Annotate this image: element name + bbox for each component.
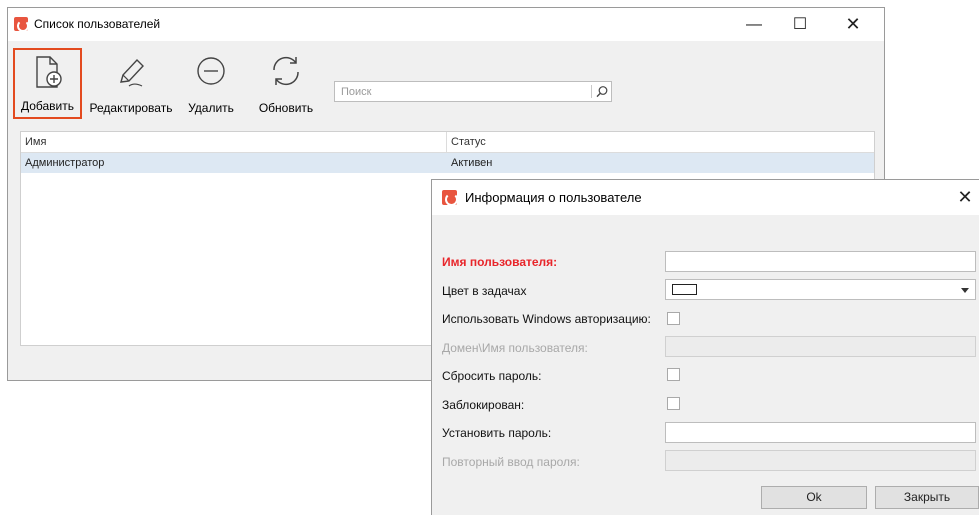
reset-password-label: Сбросить пароль: <box>442 369 542 383</box>
search-box <box>334 81 612 102</box>
title-bar: Список пользователей — ☐ ✕ <box>8 8 884 41</box>
dialog-title: Информация о пользователе <box>465 190 642 205</box>
ok-button[interactable]: Ok <box>761 486 867 509</box>
close-dialog-button[interactable]: Закрыть <box>875 486 979 509</box>
delete-user-button[interactable]: Удалить <box>178 48 244 119</box>
edit-user-button[interactable]: Редактировать <box>86 48 176 119</box>
maximize-button[interactable]: ☐ <box>777 8 823 41</box>
domain-label: Домен\Имя пользователя: <box>442 341 588 355</box>
repeat-password-input[interactable] <box>665 450 976 471</box>
set-password-input[interactable] <box>665 422 976 443</box>
app-logo-icon <box>442 190 458 206</box>
username-input[interactable] <box>665 251 976 272</box>
add-document-icon <box>35 56 62 88</box>
toolbar: Добавить Редактировать Удалить Обновить … <box>8 41 884 121</box>
reset-password-checkbox[interactable] <box>667 368 680 381</box>
window-title: Список пользователей <box>34 17 161 31</box>
search-separator <box>591 85 592 98</box>
blocked-label: Заблокирован: <box>442 398 525 412</box>
refresh-icon <box>273 56 299 86</box>
minus-circle-icon <box>197 57 225 85</box>
row-name-cell: Администратор <box>25 157 105 169</box>
row-status-cell: Активен <box>451 157 493 169</box>
username-label: Имя пользователя: <box>442 255 558 269</box>
search-icon[interactable] <box>594 84 610 100</box>
domain-input[interactable] <box>665 336 976 357</box>
task-color-label: Цвет в задачах <box>442 284 527 298</box>
pencil-icon <box>120 58 144 87</box>
color-swatch <box>672 284 697 295</box>
blocked-checkbox[interactable] <box>667 397 680 410</box>
column-header-name[interactable]: Имя <box>21 132 447 152</box>
dialog-close-button[interactable]: ✕ <box>951 180 979 215</box>
refresh-button[interactable]: Обновить <box>252 48 320 119</box>
edit-user-label: Редактировать <box>89 101 173 115</box>
add-user-button[interactable]: Добавить <box>13 48 82 119</box>
table-row[interactable]: Администратор Активен <box>21 153 874 173</box>
user-info-dialog: Информация о пользователе ✕ Имя пользова… <box>431 179 979 515</box>
refresh-label: Обновить <box>258 101 314 115</box>
windows-auth-checkbox[interactable] <box>667 312 680 325</box>
close-window-button[interactable]: ✕ <box>830 8 876 41</box>
task-color-select[interactable] <box>665 279 976 300</box>
dialog-title-bar: Информация о пользователе ✕ <box>432 180 979 215</box>
set-password-label: Установить пароль: <box>442 426 552 440</box>
search-input[interactable] <box>335 82 585 101</box>
repeat-password-label: Повторный ввод пароля: <box>442 455 580 469</box>
windows-auth-label: Использовать Windows авторизацию: <box>442 312 651 326</box>
app-logo-icon <box>14 17 29 32</box>
minimize-button[interactable]: — <box>731 8 777 41</box>
delete-user-label: Удалить <box>188 101 234 115</box>
column-header-status[interactable]: Статус <box>447 132 875 152</box>
table-header: Имя Статус <box>21 132 874 153</box>
add-user-label: Добавить <box>20 99 75 113</box>
chevron-down-icon <box>961 288 969 293</box>
